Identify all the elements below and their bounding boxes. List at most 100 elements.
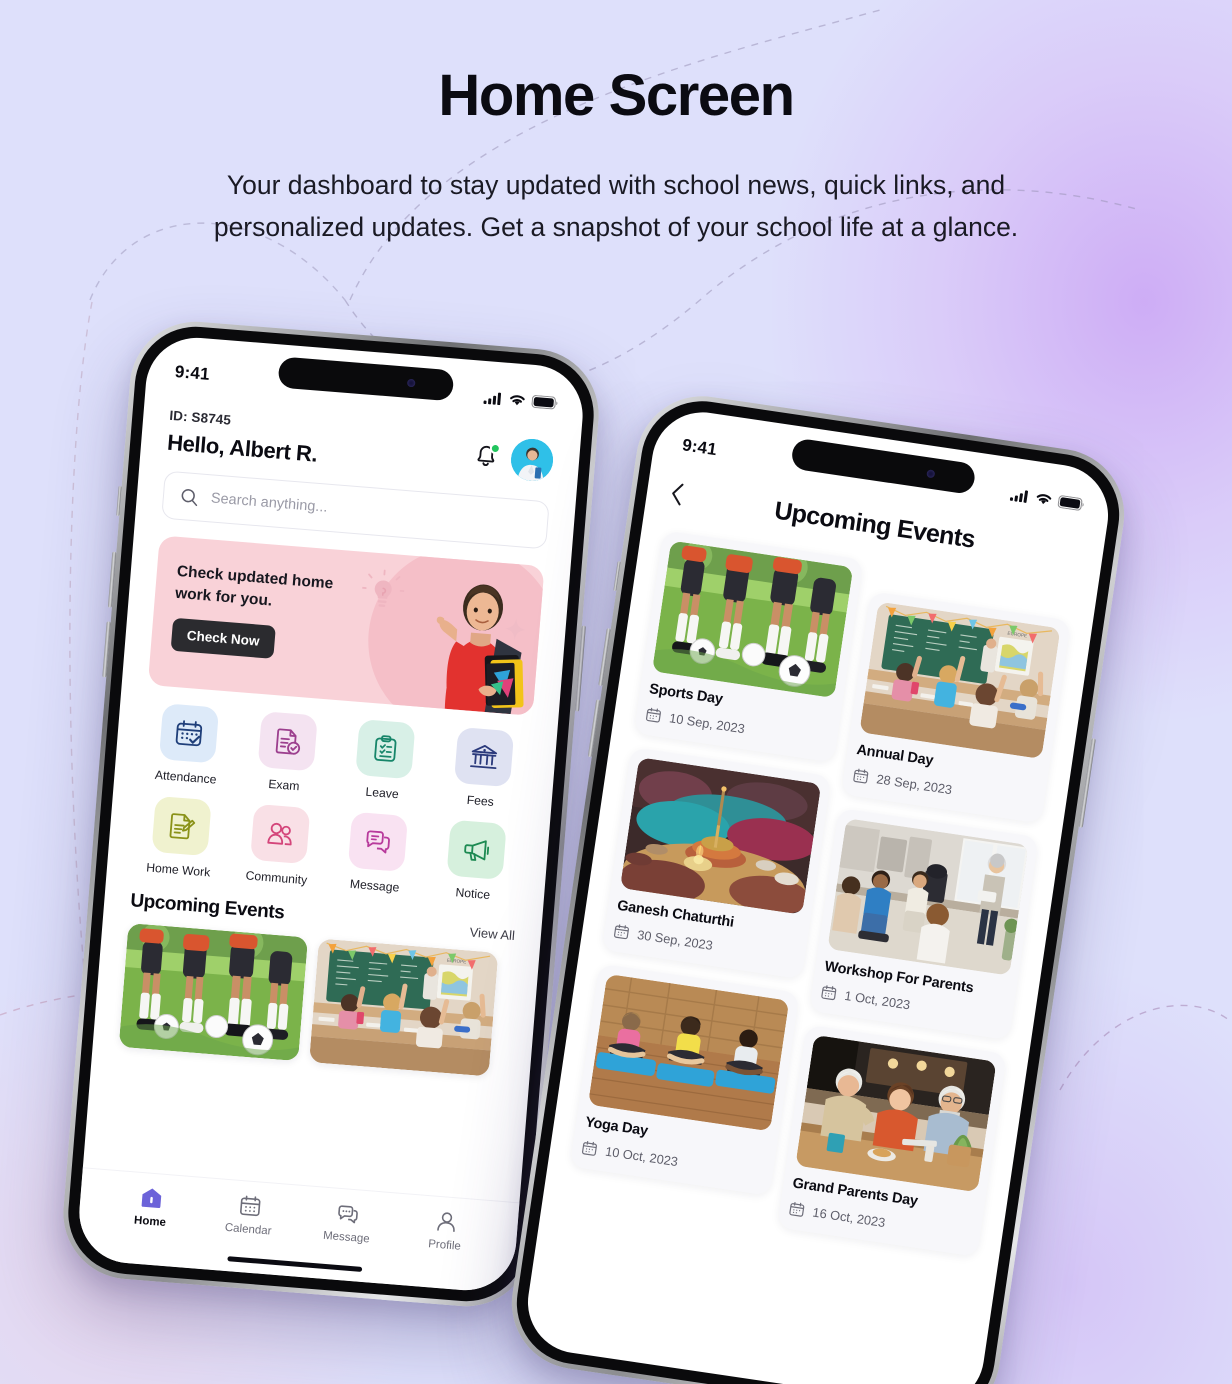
quick-link-home-work[interactable]: Home Work	[133, 795, 230, 881]
home-screen: 9:41 ID: S8745 Hello, Albert R. Search a…	[75, 333, 587, 1295]
event-card-sports-day[interactable]: Sports Day 10 Sep, 2023	[633, 530, 864, 763]
chat-bubbles-icon	[366, 830, 391, 854]
classroom-kids-photo: EUROPE	[859, 601, 1061, 760]
quick-link-label: Exam	[267, 776, 301, 794]
quick-link-attendance[interactable]: Attendance	[140, 702, 237, 788]
event-image	[651, 540, 854, 699]
note-pencil-icon	[169, 813, 196, 840]
quick-links-grid: Attendance Exam Leave Fees Home Work Com…	[133, 702, 532, 904]
quick-link-label: Attendance	[154, 767, 218, 787]
event-thumbnail-sports-day[interactable]	[118, 923, 309, 1062]
event-card-yoga-day[interactable]: Yoga Day 10 Oct, 2023	[569, 963, 800, 1197]
quick-link-community[interactable]: Community	[231, 802, 328, 888]
greeting-text: Hello, Albert R.	[166, 429, 319, 467]
notification-bell-button[interactable]	[472, 442, 502, 470]
quick-link-leave[interactable]: Leave	[336, 718, 433, 804]
calendar-icon	[821, 985, 837, 1001]
search-input[interactable]: Search anything...	[161, 470, 550, 550]
silent-switch[interactable]	[116, 485, 122, 517]
classroom-kids-photo: EUROPE	[309, 938, 499, 1077]
event-date: 16 Oct, 2023	[811, 1204, 887, 1230]
battery-icon	[531, 394, 558, 409]
quick-link-exam[interactable]: Exam	[238, 710, 335, 796]
quick-link-label: Notice	[455, 885, 491, 902]
student-photo	[436, 584, 524, 715]
status-time: 9:41	[680, 435, 719, 460]
tab-label: Profile	[427, 1238, 462, 1253]
quick-link-label: Fees	[466, 792, 495, 809]
events-content: Upcoming Events Sports Day 10 Sep, 2023 …	[521, 405, 1115, 1384]
volume-up-button[interactable]	[107, 551, 117, 608]
event-date: 1 Oct, 2023	[843, 987, 912, 1012]
wifi-icon	[1036, 493, 1052, 504]
soccer-players-photo	[118, 923, 309, 1062]
profile-icon	[436, 1212, 455, 1232]
tab-label: Home	[133, 1214, 167, 1230]
phone-mockup-events: 9:41 Upcoming Events Sports Day 10 Sep, …	[502, 387, 1134, 1384]
calendar-icon	[582, 1141, 597, 1156]
people-group-icon	[267, 822, 292, 846]
ganesh-festival-photo	[619, 757, 822, 915]
event-date: 28 Sep, 2023	[875, 770, 954, 797]
power-button[interactable]	[575, 625, 586, 712]
volume-down-button[interactable]	[102, 621, 111, 678]
tab-message[interactable]: Message	[311, 1199, 384, 1246]
clipboard-list-icon	[374, 735, 397, 762]
silent-switch[interactable]	[613, 561, 621, 592]
document-check-icon	[275, 728, 300, 755]
calendar-check-icon	[175, 720, 203, 747]
quick-link-label: Home Work	[145, 860, 211, 880]
event-card-ganesh-chaturthi[interactable]: Ganesh Chaturthi 30 Sep, 2023	[601, 747, 832, 980]
event-card-annual-day[interactable]: EUROPE Annual Day 28 Sep, 2023	[841, 591, 1071, 824]
event-date: 30 Sep, 2023	[636, 926, 714, 953]
quick-link-label: Leave	[364, 784, 400, 802]
events-grid: Sports Day 10 Sep, 2023 Ganesh Chaturthi…	[565, 530, 1075, 1257]
bank-icon	[469, 744, 497, 770]
tab-label: Message	[322, 1229, 371, 1246]
quick-link-message[interactable]: Message	[329, 810, 426, 896]
megaphone-icon	[463, 840, 489, 861]
event-date: 10 Sep, 2023	[668, 709, 746, 736]
section-title: Upcoming Events	[129, 890, 286, 924]
event-image	[587, 973, 790, 1132]
tab-profile[interactable]: Profile	[409, 1207, 482, 1254]
quick-link-fees[interactable]: Fees	[435, 726, 532, 812]
event-thumbnail-annual-day[interactable]: EUROPE	[309, 938, 499, 1077]
page-header: Home Screen Your dashboard to stay updat…	[0, 62, 1232, 249]
soccer-players-photo	[651, 540, 854, 699]
battery-icon	[1057, 494, 1084, 511]
avatar[interactable]	[509, 437, 555, 483]
event-thumbnail-row: EUROPE	[118, 923, 514, 1078]
message-icon	[338, 1205, 359, 1224]
wifi-icon	[510, 394, 525, 405]
search-placeholder: Search anything...	[210, 490, 329, 516]
cellular-signal-icon	[1009, 489, 1029, 503]
homework-promo-card[interactable]: Check updated home work for you. Check N…	[147, 535, 545, 716]
event-card-grand-parents-day[interactable]: Grand Parents Day 16 Oct, 2023	[777, 1024, 1007, 1257]
page-subtitle: Your dashboard to stay updated with scho…	[213, 170, 1019, 242]
event-image	[795, 1034, 997, 1193]
tab-calendar[interactable]: Calendar	[213, 1191, 286, 1238]
phone-bezel: 9:41	[63, 322, 599, 1306]
event-card-workshop-for-parents[interactable]: Workshop For Parents 1 Oct, 2023	[809, 807, 1039, 1041]
calendar-icon	[853, 768, 869, 784]
event-image	[619, 757, 822, 915]
calendar-icon	[645, 707, 661, 723]
tab-label: Calendar	[224, 1221, 272, 1238]
check-now-button[interactable]: Check Now	[170, 617, 276, 659]
workshop-meeting-photo	[827, 818, 1029, 976]
home-icon	[141, 1188, 162, 1209]
page-title: Home Screen	[438, 63, 795, 128]
upcoming-events-screen: 9:41 Upcoming Events Sports Day 10 Sep, …	[521, 405, 1115, 1384]
tab-home[interactable]: Home	[115, 1183, 188, 1230]
quick-link-notice[interactable]: Notice	[427, 818, 524, 904]
search-icon	[181, 488, 198, 506]
calendar-icon	[239, 1195, 261, 1217]
home-content: ID: S8745 Hello, Albert R. Search anythi…	[75, 334, 586, 1294]
calendar-icon	[613, 924, 629, 940]
phone-mockup-home: 9:41 ID: S8745 Hello, Albert R. Search a…	[58, 316, 604, 1312]
grandparents-photo	[795, 1034, 997, 1193]
view-all-link[interactable]: View All	[469, 925, 515, 944]
status-time: 9:41	[174, 362, 211, 384]
phone-bezel: 9:41	[508, 393, 1128, 1384]
